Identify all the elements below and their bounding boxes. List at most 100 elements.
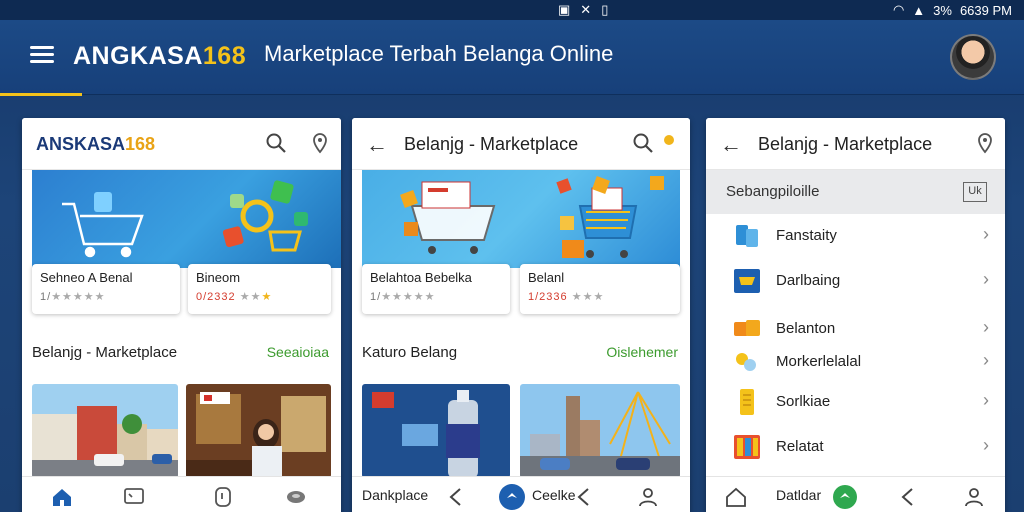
product-thumbnail[interactable]: [520, 384, 680, 478]
back-arrow-icon[interactable]: ←: [720, 132, 742, 158]
wallet-icon[interactable]: [211, 485, 235, 509]
profile-icon[interactable]: [284, 485, 308, 509]
location-pin-icon[interactable]: [974, 132, 996, 154]
rating-star-filled: ★: [261, 291, 273, 303]
chevron-right-icon: ›: [983, 224, 989, 244]
section-title: Belanjg - Marketplace: [32, 344, 178, 361]
promo-banner[interactable]: [32, 170, 341, 268]
profile-icon[interactable]: [962, 485, 986, 509]
nav-label[interactable]: Dankplace: [362, 487, 428, 503]
rating-stars: ★★: [239, 291, 262, 303]
section-header: Katuro Belang Oislehemer: [352, 344, 690, 366]
section-header: Belanjg - Marketplace Seeaioiaa: [22, 344, 341, 366]
product-title: Belanl: [528, 270, 565, 285]
panel-home: ANSKASA168 Sehneo A Benal 1/★★★★★ Bineom…: [22, 118, 341, 512]
list-item[interactable]: Darlbaing ›: [706, 264, 1005, 298]
bottom-nav: [22, 476, 341, 512]
sim-icon: ▯: [601, 2, 609, 17]
rating-stars: ★★★: [571, 291, 605, 303]
chevron-left-icon[interactable]: [896, 485, 920, 509]
nav-label[interactable]: Datldar: [776, 487, 821, 503]
product-card[interactable]: Sehneo A Benal 1/★★★★★: [32, 264, 180, 314]
list-item[interactable]: Fanstaity ›: [706, 219, 1005, 253]
list-item[interactable]: Morkerlelalal ›: [706, 345, 1005, 379]
shop-interior-image: [186, 384, 331, 478]
rating-stars: ★★★★★: [381, 291, 436, 303]
product-card[interactable]: Belanl 1/2336 ★★★: [520, 264, 680, 314]
chevron-left-icon[interactable]: [572, 485, 596, 509]
compass-fab-icon[interactable]: [498, 483, 526, 511]
list-item[interactable]: Sorlkiae ›: [706, 385, 1005, 419]
rating-stars: ★★★★★: [51, 291, 106, 303]
see-all-link[interactable]: Seeaioiaa: [267, 344, 329, 360]
search-icon[interactable]: [265, 132, 287, 154]
list-item-label: Morkerlelalal: [776, 353, 862, 370]
calculator-icon: [734, 435, 760, 459]
list-item-label: Relatat: [776, 438, 824, 455]
phone-icon: [736, 225, 758, 247]
notification-dot-icon[interactable]: [662, 132, 676, 154]
cart-box-icon: [734, 269, 760, 293]
promo-banner[interactable]: [362, 170, 680, 268]
active-tab-indicator: [0, 93, 82, 96]
app-bar: ANGKASA168 Marketplace Terbah Belanga On…: [0, 20, 1024, 95]
chevron-left-icon[interactable]: [444, 485, 468, 509]
product-title: Belahtoa Bebelka: [370, 270, 472, 285]
list-item-label: Fanstaity: [776, 227, 837, 244]
product-rating: 0/2332 ★★★: [196, 290, 323, 303]
rating-prefix: 1/: [40, 291, 52, 303]
chevron-right-icon: ›: [983, 390, 989, 410]
chevron-right-icon: ›: [983, 317, 989, 337]
nav-label[interactable]: Ceelke: [532, 487, 576, 503]
product-price: 1/2336: [528, 291, 568, 303]
home-icon[interactable]: [50, 485, 74, 509]
gift-box-icon: [734, 320, 760, 336]
home-icon[interactable]: [724, 485, 748, 509]
chevron-right-icon: ›: [983, 350, 989, 370]
product-rating: 1/★★★★★: [370, 290, 502, 303]
store-thumbnail[interactable]: [186, 384, 331, 478]
back-arrow-icon[interactable]: ←: [366, 132, 388, 158]
list-header-button[interactable]: Uk: [963, 182, 987, 202]
avatar[interactable]: [950, 34, 996, 80]
notification-icon: ▣: [558, 2, 571, 17]
product-card[interactable]: Belahtoa Bebelka 1/★★★★★: [362, 264, 510, 314]
panel-marketplace: ← Belanjg - Marketplace Belahtoa Bebelka…: [352, 118, 690, 512]
panel-brand-text: ANSKASA: [36, 134, 126, 154]
list-item[interactable]: Belanton ›: [706, 312, 1005, 346]
bottle-product-image: [362, 384, 510, 478]
product-title: Bineom: [196, 270, 241, 285]
list-item[interactable]: Relatat ›: [706, 430, 1005, 464]
panel-title: Belanjg - Marketplace: [758, 134, 933, 154]
product-card[interactable]: Bineom 0/2332 ★★★: [188, 264, 331, 314]
profile-icon[interactable]: [636, 485, 660, 509]
see-all-link[interactable]: Oislehemer: [606, 344, 678, 360]
chevron-right-icon: ›: [983, 435, 989, 455]
app-bar-title: Marketplace Terbah Belanga Online: [264, 41, 614, 66]
product-title: Sehneo A Benal: [40, 270, 133, 285]
product-price: 0/2332: [196, 291, 236, 303]
bottom-nav: Dankplace Ceelke: [352, 476, 690, 512]
city-bridge-image: [520, 384, 680, 478]
panel-title: Belanjg - Marketplace: [404, 134, 579, 154]
product-thumbnail[interactable]: [362, 384, 510, 478]
brand-text: ANGKASA: [73, 42, 203, 70]
search-icon[interactable]: [632, 132, 654, 154]
compass-fab-icon[interactable]: [832, 484, 858, 510]
mute-icon: ✕: [580, 2, 592, 17]
status-bar: ▣ ✕ ▯ ◠ ▲ 3% 6639 PM: [0, 0, 1024, 20]
receipt-icon: [740, 389, 754, 415]
wifi-icon: ◠: [892, 2, 905, 17]
location-pin-icon[interactable]: [309, 132, 331, 154]
list-item-label: Sorlkiae: [776, 393, 831, 410]
clock: 6639 PM: [959, 2, 1012, 18]
category-icon[interactable]: [122, 485, 146, 509]
brand-logo[interactable]: ANGKASA168: [73, 42, 246, 71]
store-thumbnail[interactable]: [32, 384, 178, 478]
rating-prefix: 1/: [370, 291, 382, 303]
panel-header: ← Belanjg - Marketplace: [352, 118, 690, 170]
menu-icon[interactable]: [30, 46, 54, 64]
street-scene-image: [32, 384, 178, 478]
signal-icon: ▲: [912, 2, 926, 18]
panel-header: ANSKASA168: [22, 118, 341, 170]
